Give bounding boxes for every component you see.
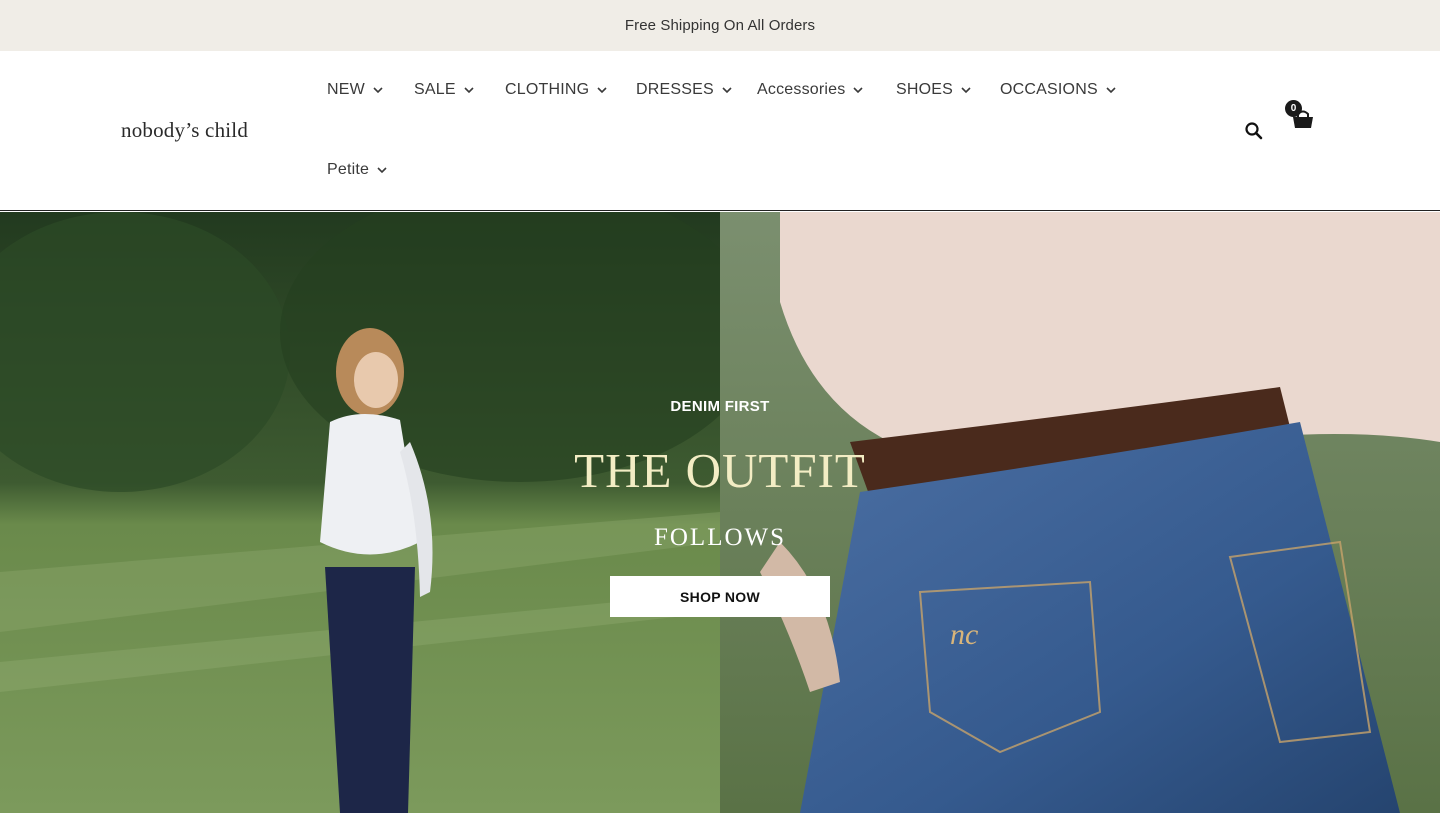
nav-item-label: DRESSES [636,81,714,98]
hero-photo-right: nc [720,212,1440,813]
brand-logo[interactable]: nobody’s child [121,118,248,143]
announcement-text: Free Shipping On All Orders [624,17,816,34]
shop-now-button[interactable]: SHOP NOW [610,576,830,617]
nav-item-petite[interactable]: Petite [327,161,388,179]
nav-item-label: NEW [327,81,365,98]
hero-banner: nc DENIM FIRST THE OUTFIT FOLLOWS SHOP N… [0,212,1440,813]
chevron-down-icon [596,84,608,96]
nav-item-occasions[interactable]: OCCASIONS [1000,81,1117,99]
search-icon [1245,122,1263,140]
nav-item-label: CLOTHING [505,81,590,98]
nav-item-label: Petite [327,161,370,178]
nav-item-label: OCCASIONS [1000,81,1098,98]
hero-image-left [0,212,760,813]
chevron-down-icon [852,84,864,96]
chevron-down-icon [721,84,733,96]
nav-item-sale[interactable]: SALE [414,81,475,99]
nav-item-label: SHOES [896,81,954,98]
nav-item-label: Accessories [757,81,846,98]
nav-item-clothing[interactable]: CLOTHING [505,81,608,99]
nav-item-shoes[interactable]: SHOES [896,81,972,99]
chevron-down-icon [376,164,388,176]
hero-image-right: nc [720,212,1440,813]
announcement-bar: Free Shipping On All Orders [0,0,1440,51]
site-header: nobody’s child NEW SALE CLOTHING DRESSES… [0,51,1440,211]
chevron-down-icon [1105,84,1117,96]
nav-item-new[interactable]: NEW [327,81,384,99]
nav-item-accessories[interactable]: Accessories [757,81,864,99]
cart-button[interactable]: 0 [1285,100,1317,132]
chevron-down-icon [960,84,972,96]
nav-item-dresses[interactable]: DRESSES [636,81,733,99]
chevron-down-icon [463,84,475,96]
hero-photo-left [0,212,760,813]
chevron-down-icon [372,84,384,96]
cart-count-badge: 0 [1285,100,1302,117]
search-button[interactable] [1244,121,1264,141]
nav-item-label: SALE [414,81,456,98]
svg-text:nc: nc [950,618,978,651]
